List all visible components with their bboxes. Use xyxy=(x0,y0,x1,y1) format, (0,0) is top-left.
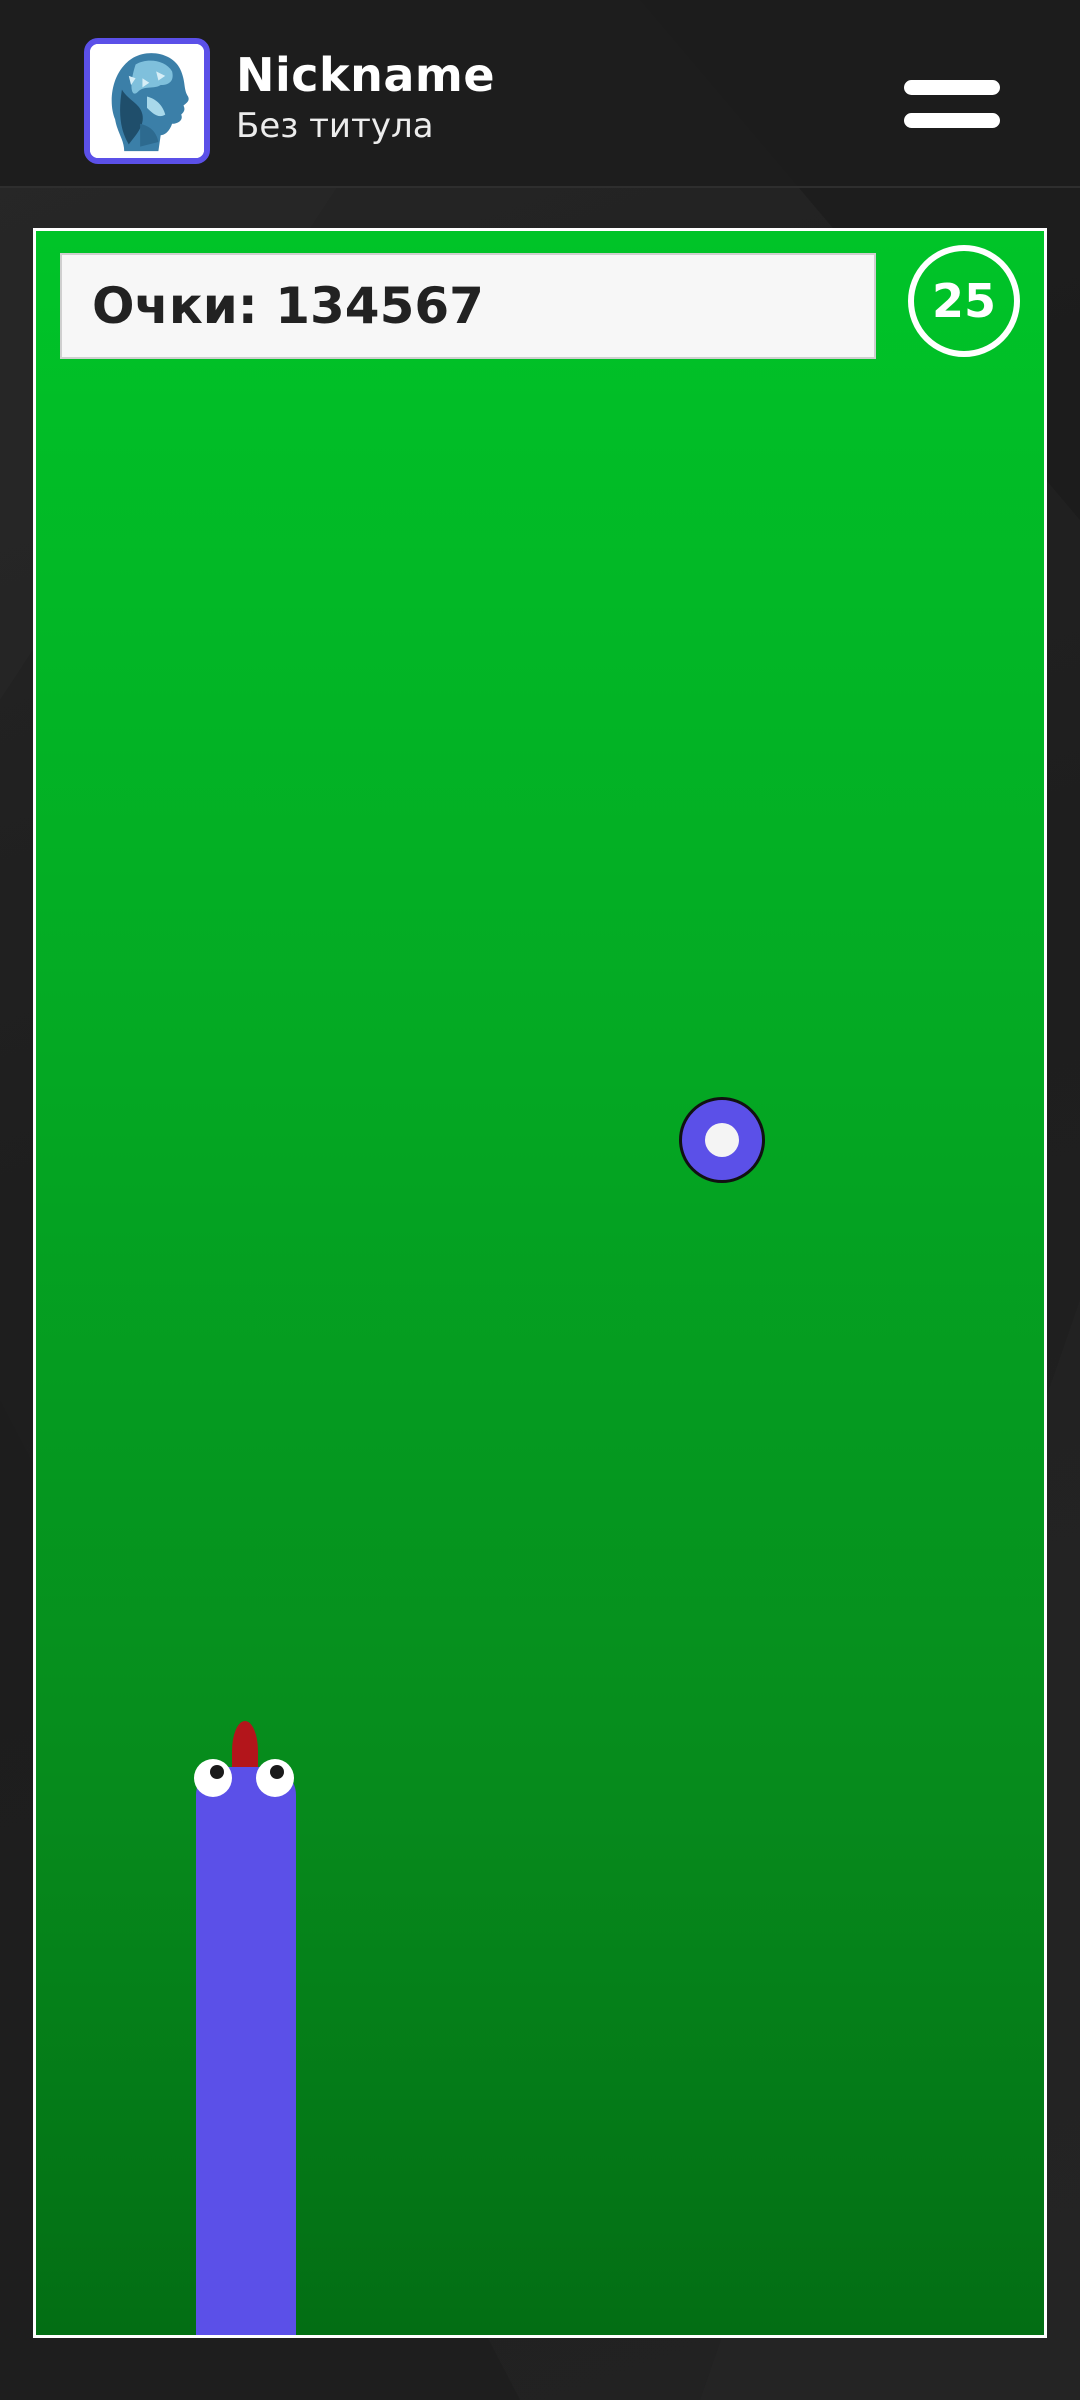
menu-line xyxy=(904,80,1000,95)
app-screen: Nickname Без титула Очки: 134567 25 xyxy=(0,0,1080,2400)
game-field[interactable]: Очки: 134567 25 xyxy=(33,228,1047,2338)
food-orb-icon xyxy=(679,1097,765,1183)
timer-badge: 25 xyxy=(908,245,1020,357)
hamburger-menu-icon[interactable] xyxy=(904,74,1000,136)
avatar[interactable] xyxy=(84,38,210,164)
snake-tongue xyxy=(232,1721,258,1773)
user-title: Без титула xyxy=(236,106,434,146)
top-bar: Nickname Без титула xyxy=(0,0,1080,188)
nickname: Nickname xyxy=(236,48,496,102)
snake xyxy=(194,1721,298,2335)
score-label: Очки: 134567 xyxy=(92,277,484,335)
score-panel: Очки: 134567 xyxy=(60,253,876,359)
food-core xyxy=(705,1123,739,1157)
pupil xyxy=(270,1765,284,1779)
face-portrait-icon xyxy=(90,44,204,158)
menu-line xyxy=(904,113,1000,128)
snake-body xyxy=(196,1767,296,2335)
snake-eye-left xyxy=(194,1759,232,1797)
snake-eye-right xyxy=(256,1759,294,1797)
pupil xyxy=(210,1765,224,1779)
